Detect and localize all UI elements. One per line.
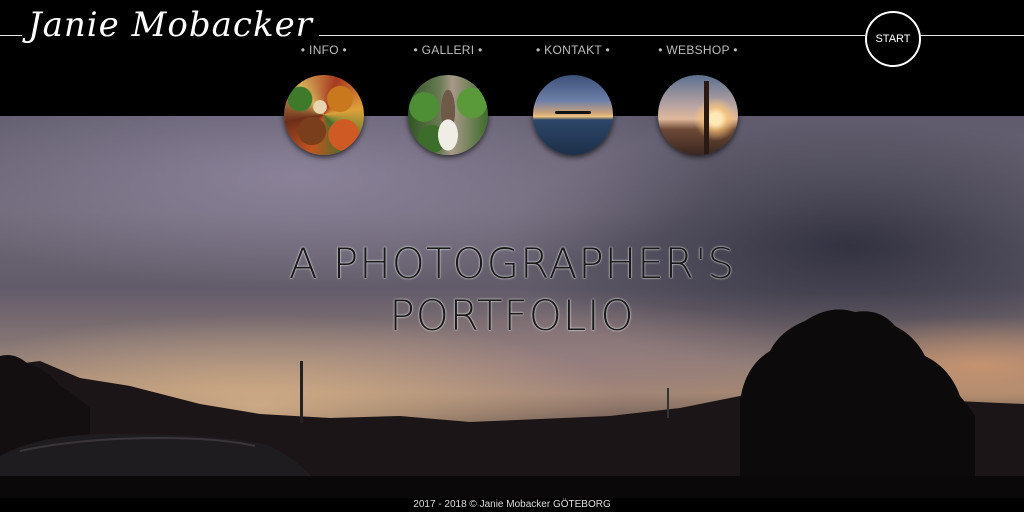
- copyright-text: 2017 - 2018 © Janie Mobacker GÖTEBORG: [413, 499, 611, 510]
- nav-item-label[interactable]: • INFO •: [262, 42, 386, 58]
- nav-item-label[interactable]: • GALLERI •: [386, 42, 510, 58]
- tree-shape: [704, 81, 709, 155]
- webshop-thumbnail-image[interactable]: [658, 75, 738, 155]
- site-footer: 2017 - 2018 © Janie Mobacker GÖTEBORG: [0, 498, 1024, 512]
- kontakt-thumbnail-image[interactable]: [533, 75, 613, 155]
- nav-item-webshop[interactable]: • WEBSHOP •: [636, 42, 760, 155]
- nav-item-kontakt[interactable]: • KONTAKT •: [511, 42, 635, 155]
- hero-title-line-2: PORTFOLIO: [389, 291, 635, 340]
- start-button[interactable]: START: [865, 11, 921, 67]
- info-thumbnail-image[interactable]: [284, 75, 364, 155]
- nav-item-galleri[interactable]: • GALLERI •: [386, 42, 510, 155]
- hero-title: A PHOTOGRAPHER'S PORTFOLIO: [0, 238, 1024, 342]
- airplane-shape: [555, 111, 591, 114]
- nav-item-label[interactable]: • KONTAKT •: [511, 42, 635, 58]
- site-header: Janie Mobacker START • INFO • • GALLERI …: [0, 0, 1024, 155]
- page: Janie Mobacker START • INFO • • GALLERI …: [0, 0, 1024, 512]
- hero-title-line-1: A PHOTOGRAPHER'S: [288, 239, 736, 288]
- nav-item-label[interactable]: • WEBSHOP •: [636, 42, 760, 58]
- nav-item-info[interactable]: • INFO •: [262, 42, 386, 155]
- header-divider-right: [919, 35, 1024, 36]
- galleri-thumbnail-image[interactable]: [408, 75, 488, 155]
